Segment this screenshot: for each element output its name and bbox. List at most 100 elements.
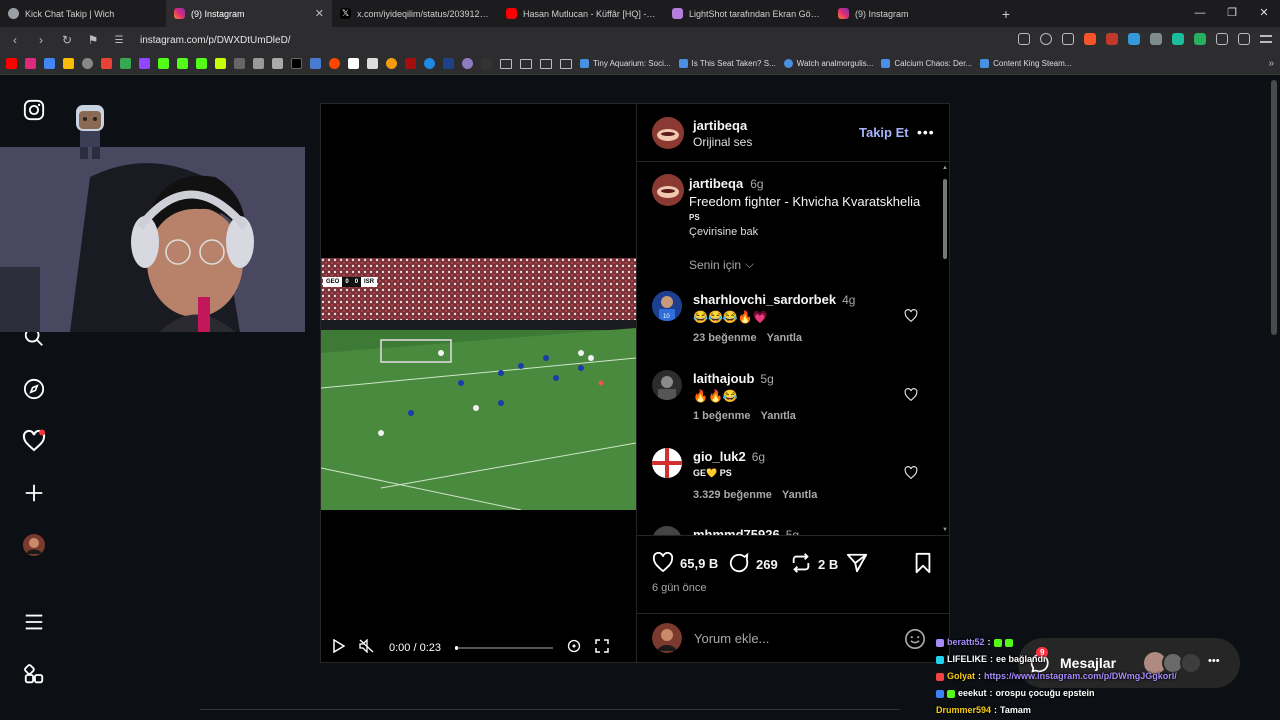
bookmark-calcium-chaos[interactable]: Calcium Chaos: Der... [881, 59, 972, 68]
menu-icon[interactable] [1260, 35, 1272, 43]
reply-button[interactable]: Yanıtla [760, 410, 795, 422]
forward-icon[interactable]: › [34, 33, 48, 47]
tab-kick-chat[interactable]: Kick Chat Takip | Wich [0, 0, 166, 27]
folder-icon[interactable] [560, 58, 572, 69]
tab-lightshot[interactable]: LightShot tarafından Ekran Görüntüs [664, 0, 830, 27]
tab-instagram-2[interactable]: (9) Instagram [830, 0, 996, 27]
orange-bookmark-icon[interactable] [386, 58, 397, 69]
caption-username[interactable]: jartibeqa [689, 176, 743, 191]
bookmark-content-king[interactable]: Content King Steam... [980, 59, 1071, 68]
drive-bookmark-icon[interactable] [44, 58, 55, 69]
profile-avatar[interactable] [22, 533, 46, 557]
like-button[interactable]: 65,9 B [652, 551, 718, 575]
reload-icon[interactable]: ↻ [60, 33, 74, 47]
close-window-icon[interactable]: ✕ [1248, 0, 1280, 27]
maximize-icon[interactable]: ❐ [1216, 0, 1248, 27]
comment-likes[interactable]: 1 beğenme [693, 410, 750, 422]
progress-handle[interactable] [455, 646, 458, 650]
bookmark-tiny-aquarium[interactable]: Tiny Aquarium: Soci... [580, 59, 671, 68]
like-comment-icon[interactable] [904, 466, 918, 484]
like-comment-icon[interactable] [904, 309, 918, 327]
like-comment-icon[interactable] [904, 388, 918, 406]
folder-icon[interactable] [500, 58, 512, 69]
amazon-bookmark-icon[interactable] [367, 58, 378, 69]
commenter-avatar[interactable] [652, 526, 682, 535]
also-from-meta-icon[interactable] [22, 663, 46, 687]
extension-red-icon[interactable] [1106, 33, 1118, 45]
x-bookmark-icon[interactable] [291, 58, 302, 69]
save-button[interactable] [913, 552, 933, 577]
red-bookmark-icon[interactable] [405, 58, 416, 69]
author-avatar[interactable] [652, 117, 684, 149]
commenter-username[interactable]: laithajoub [693, 371, 754, 386]
scrollbar-thumb[interactable] [943, 179, 947, 259]
site-info-icon[interactable]: ☰ [112, 35, 126, 46]
video-progress-bar[interactable] [455, 646, 553, 650]
commenter-avatar[interactable] [652, 448, 682, 478]
repost-button[interactable]: 2 B [790, 552, 838, 577]
create-plus-icon[interactable] [22, 481, 46, 505]
play-icon[interactable] [331, 638, 346, 658]
scroll-up-icon[interactable]: ▲ [942, 165, 948, 171]
mute-icon[interactable] [359, 637, 375, 658]
docs-bookmark-icon[interactable] [63, 58, 74, 69]
twitch-bookmark-icon[interactable] [139, 58, 150, 69]
more-menu-icon[interactable] [22, 610, 46, 634]
replay-icon[interactable] [567, 639, 581, 658]
follow-button[interactable]: Takip Et [859, 125, 909, 140]
comment-likes[interactable]: 23 beğenme [693, 332, 757, 344]
reply-button[interactable]: Yanıtla [767, 332, 802, 344]
commenter-username[interactable]: gio_luk2 [693, 449, 746, 464]
extension-cyan-icon[interactable] [1172, 33, 1184, 45]
gmail-bookmark-icon[interactable] [101, 58, 112, 69]
chess-bookmark-icon[interactable] [253, 58, 264, 69]
chat-message-link[interactable]: https://www.instagram.com/p/DWmgJGgkorl/ [984, 668, 1177, 685]
sort-dropdown[interactable]: Senin için ⌵ [689, 257, 754, 272]
more-options-icon[interactable]: ••• [917, 124, 935, 140]
page-scrollbar[interactable] [1271, 80, 1277, 335]
back-icon[interactable]: ‹ [8, 33, 22, 47]
blue-play-bookmark-icon[interactable] [424, 58, 435, 69]
brave-shield-icon[interactable] [1084, 33, 1096, 45]
globe-bookmark-icon[interactable] [82, 58, 93, 69]
bookmark-watch[interactable]: Watch analmorgulis... [783, 59, 873, 68]
video-player[interactable]: GEO 0 0 ISR 0:00 / 0:23 [321, 104, 636, 662]
comment-likes[interactable]: 3.329 beğenme [693, 489, 772, 501]
commenter-username[interactable]: mhmmd75926 [693, 527, 780, 535]
minimize-icon[interactable]: — [1184, 0, 1216, 27]
comment-button[interactable]: 269 [728, 552, 778, 577]
zoom-icon[interactable] [1040, 33, 1052, 45]
commenter-avatar[interactable] [652, 370, 682, 400]
see-translation-link[interactable]: Çevirisine bak [689, 226, 758, 238]
instagram-bookmark-icon[interactable] [25, 58, 36, 69]
commenter-avatar[interactable]: 10 [652, 291, 682, 321]
more-bookmarks-icon[interactable]: » [1268, 58, 1274, 69]
reddit-bookmark-icon[interactable] [329, 58, 340, 69]
folder-icon[interactable] [540, 58, 552, 69]
share-icon[interactable] [1062, 33, 1074, 45]
emoji-icon[interactable] [904, 628, 926, 655]
extensions-puzzle-icon[interactable] [1216, 33, 1228, 45]
scroll-down-icon[interactable]: ▼ [942, 527, 948, 533]
bookmark-seat-taken[interactable]: Is This Seat Taken? S... [678, 59, 776, 68]
screen-icon[interactable] [1018, 33, 1030, 45]
fullscreen-icon[interactable] [595, 638, 609, 658]
k-bookmark-icon[interactable] [481, 58, 492, 69]
share-button[interactable] [846, 552, 868, 577]
folder-icon[interactable] [520, 58, 532, 69]
instagram-logo-icon[interactable] [22, 98, 46, 122]
star-bookmark-icon[interactable] [215, 58, 226, 69]
url-field[interactable]: instagram.com/p/DWXDtUmDleD/ [140, 35, 291, 46]
caption-avatar[interactable] [652, 174, 684, 206]
triangle-bookmark-icon[interactable] [120, 58, 131, 69]
extension-blue-icon[interactable] [1128, 33, 1140, 45]
kick-bookmark-icon[interactable] [158, 58, 169, 69]
close-tab-icon[interactable]: ✕ [315, 7, 324, 20]
explore-compass-icon[interactable] [22, 377, 46, 401]
comment-input[interactable]: Yorum ekle... [694, 631, 769, 646]
commenter-username[interactable]: sharhlovchi_sardorbek [693, 292, 836, 307]
reply-button[interactable]: Yanıtla [782, 489, 817, 501]
p-bookmark-icon[interactable] [348, 58, 359, 69]
sidebar-toggle-icon[interactable] [1238, 33, 1250, 45]
extension-gray-icon[interactable] [1150, 33, 1162, 45]
